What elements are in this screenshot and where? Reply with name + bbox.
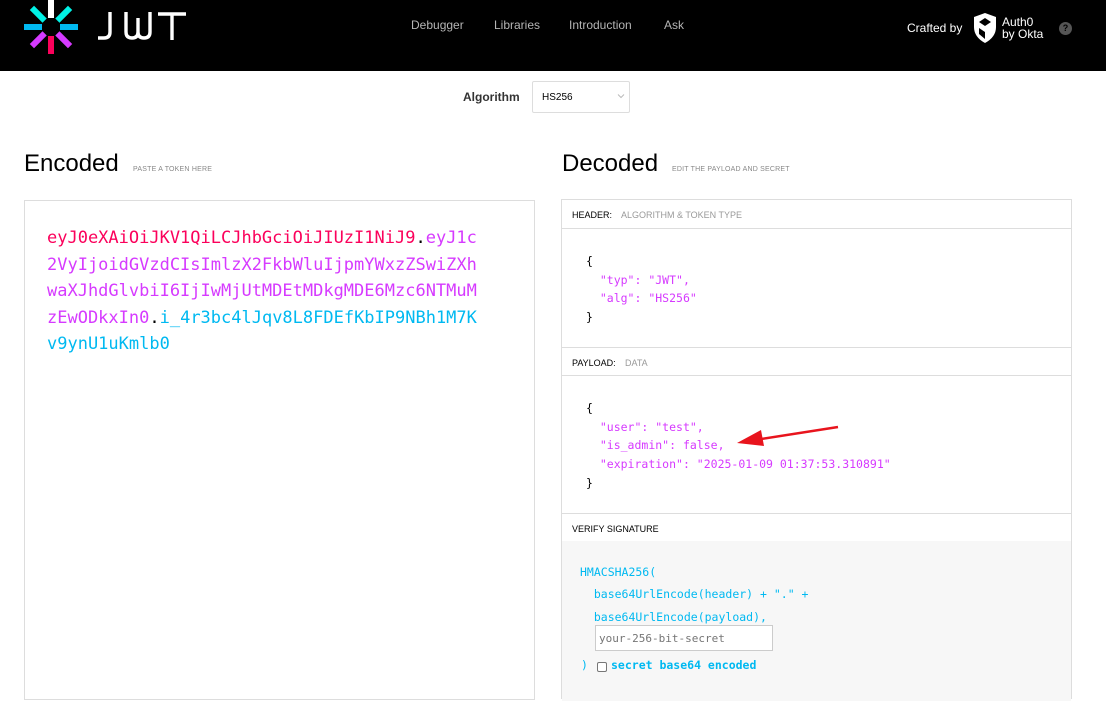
nav-libraries-link[interactable]: Libraries — [494, 18, 540, 32]
json-key: "user" — [599, 419, 642, 434]
by-okta-name: by Okta — [1002, 27, 1044, 41]
json-key: "alg" — [599, 291, 635, 306]
nav-ask-link[interactable]: Ask — [664, 18, 684, 32]
json-key: "expiration" — [599, 457, 683, 472]
algorithm-selected-value: HS256 — [542, 92, 573, 103]
auth0-logo-icon[interactable] — [972, 13, 998, 43]
base64-encoded-label[interactable]: secret base64 encoded — [611, 658, 756, 672]
verify-signature-body: HMACSHA256( base64UrlEncode(header) + ".… — [562, 541, 1071, 701]
chevron-down-icon — [617, 94, 625, 99]
secret-input[interactable] — [595, 625, 773, 651]
json-close-brace: } — [586, 310, 593, 325]
payload-section-desc: DATA — [625, 358, 648, 368]
algorithm-label: Algorithm — [463, 90, 520, 104]
crafted-by-label: Crafted by — [907, 21, 963, 35]
decoded-title: Decoded — [562, 150, 659, 177]
verify-section-title: VERIFY SIGNATURE — [562, 513, 1071, 542]
json-value: : "HS256" — [634, 291, 697, 306]
verify-code-line: base64UrlEncode(payload), — [580, 610, 767, 624]
json-value: : false, — [669, 438, 725, 453]
encoded-subtitle: PASTE A TOKEN HERE — [133, 166, 213, 173]
verify-code-line: base64UrlEncode(header) + "." + — [580, 587, 809, 601]
base64-encoded-checkbox[interactable] — [597, 662, 607, 672]
payload-section-title: PAYLOAD: DATA — [562, 347, 1071, 376]
nav-introduction-link[interactable]: Introduction — [569, 18, 632, 32]
json-value: : "test", — [641, 419, 704, 434]
header-json-editor[interactable]: { "typ": "JWT", "alg": "HS256" } — [586, 252, 697, 327]
encoded-token-textarea[interactable]: eyJ0eXAiOiJKV1QiLCJhbGciOiJIUzI1NiJ9.eyJ… — [24, 200, 535, 700]
json-key: "is_admin" — [599, 438, 670, 453]
token-dot-separator: . — [415, 228, 426, 248]
token-dot-separator: . — [149, 307, 160, 328]
auth0-by-okta-text[interactable]: Auth0 by Okta — [1002, 16, 1062, 40]
jwt-wordmark — [98, 12, 186, 40]
payload-section-key: PAYLOAD: — [572, 358, 616, 368]
jwt-logo-icon[interactable] — [24, 0, 78, 54]
token-header-part: eyJ0eXAiOiJKV1QiLCJhbGciOiJIUzI1NiJ9 — [47, 228, 416, 248]
header-section-key: HEADER: — [572, 210, 613, 220]
json-value: : "2025-01-09 01:37:53.310891" — [682, 457, 891, 472]
json-open-brace: { — [586, 401, 593, 415]
json-key: "typ" — [599, 272, 635, 287]
json-close-brace: } — [586, 475, 593, 490]
decoded-panel: HEADER: ALGORITHM & TOKEN TYPE { "typ": … — [561, 199, 1072, 701]
nav-debugger-link[interactable]: Debugger — [411, 18, 464, 32]
algorithm-select[interactable]: HS256 — [532, 81, 630, 113]
decoded-subtitle: EDIT THE PAYLOAD AND SECRET — [672, 166, 790, 173]
header-section-desc: ALGORITHM & TOKEN TYPE — [621, 210, 743, 220]
json-open-brace: { — [586, 254, 593, 268]
annotation-arrow-icon — [737, 425, 839, 446]
top-navigation-bar: Debugger Libraries Introduction Ask Craf… — [0, 0, 1106, 71]
json-value: : "JWT", — [634, 272, 690, 287]
verify-section-key: VERIFY SIGNATURE — [572, 524, 659, 534]
encoded-token[interactable]: eyJ0eXAiOiJKV1QiLCJhbGciOiJIUzI1NiJ9.eyJ… — [47, 225, 477, 358]
encoded-title: Encoded — [24, 150, 119, 177]
verify-close-paren: ) — [581, 658, 588, 672]
verify-code-line: HMACSHA256( — [580, 565, 657, 579]
header-section-title: HEADER: ALGORITHM & TOKEN TYPE — [562, 200, 1071, 229]
help-icon[interactable]: ? — [1059, 22, 1072, 35]
